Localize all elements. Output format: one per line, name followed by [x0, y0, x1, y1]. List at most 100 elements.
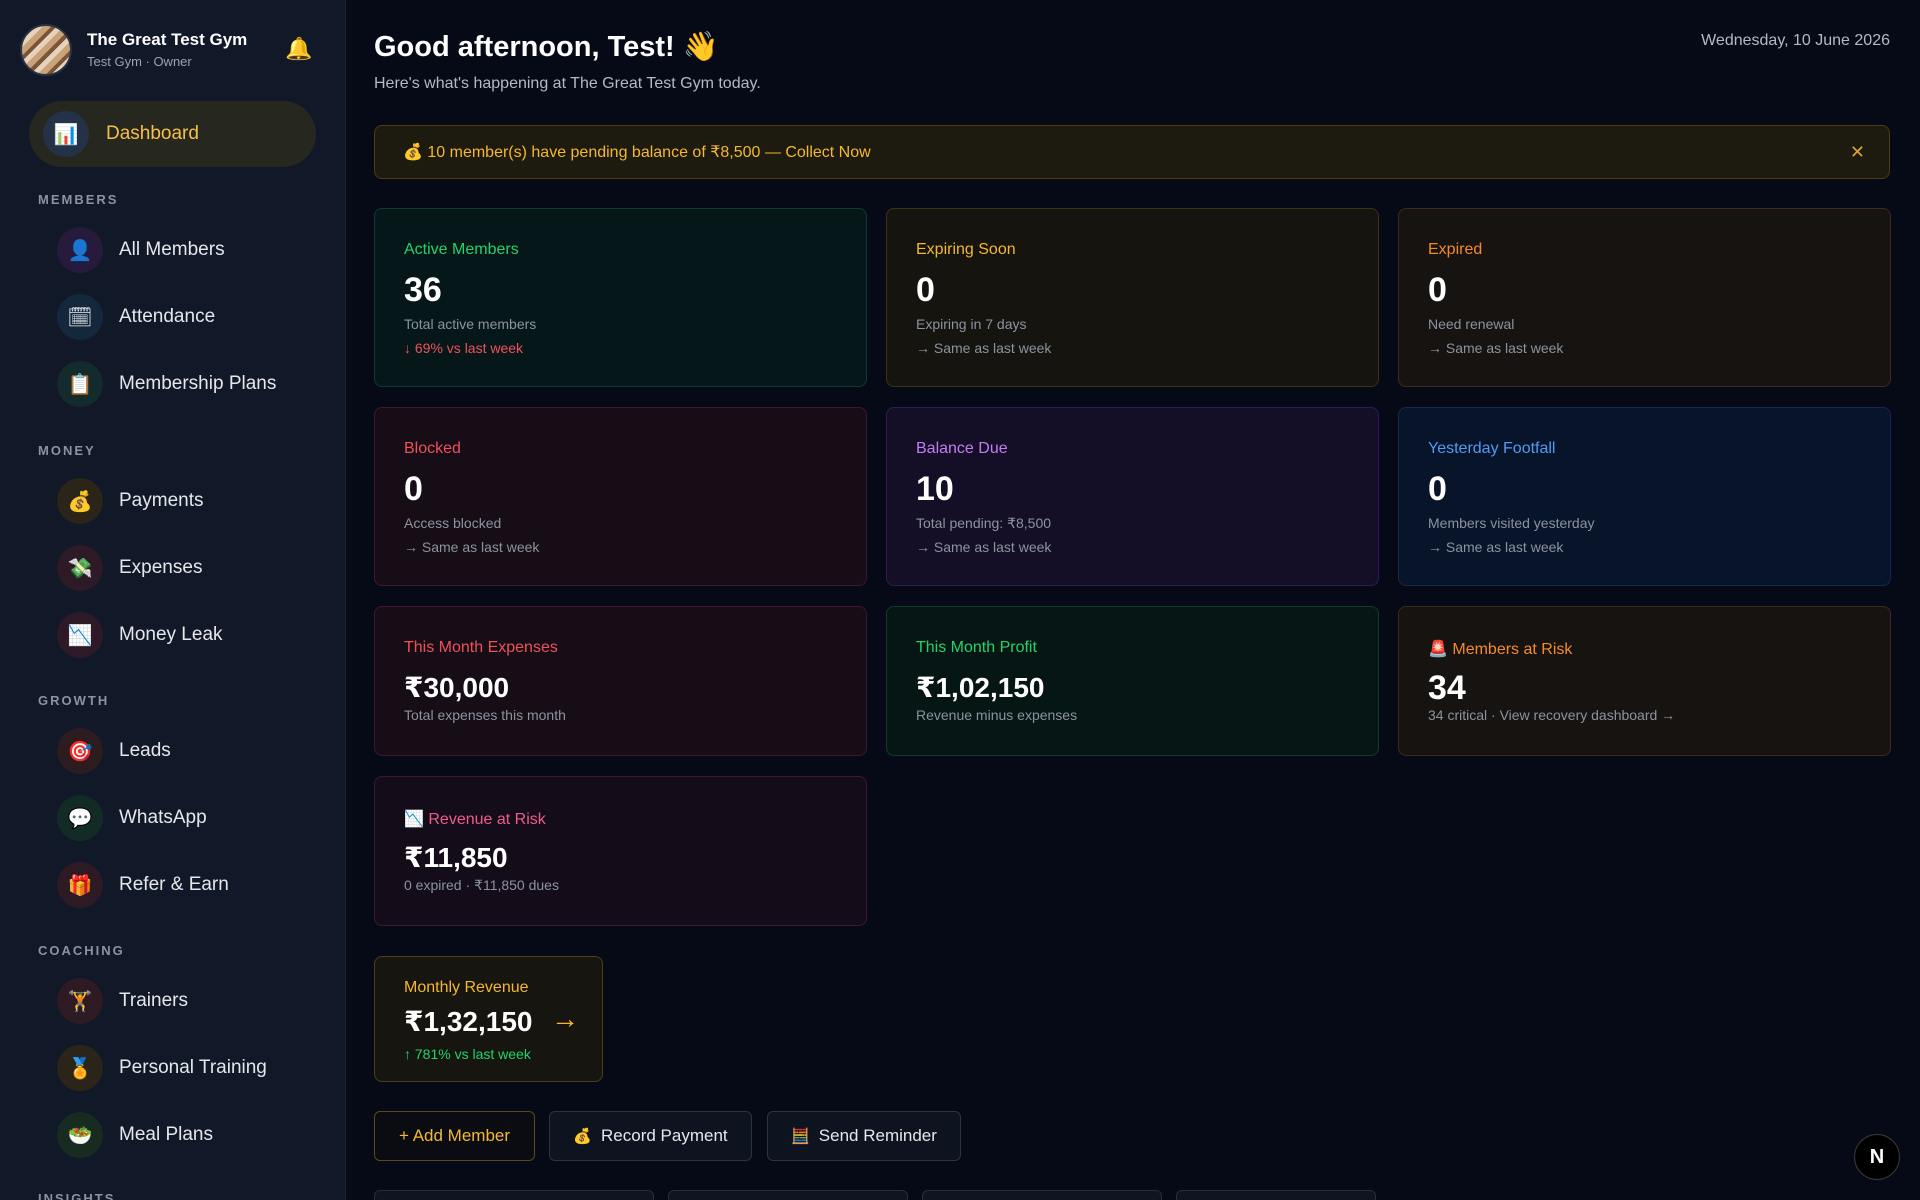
stat-card-revenue-at-risk[interactable]: 📉 Revenue at Risk ₹11,850 0 expired · ₹11,…	[374, 776, 867, 926]
add-member-button[interactable]: + Add Member	[374, 1111, 535, 1161]
sidebar-item-label: Meal Plans	[119, 1124, 213, 1145]
nav-icon: 🎁	[57, 862, 103, 908]
stat-card-members-at-risk[interactable]: 🚨 Members at Risk 34 34 critical · View re…	[1398, 606, 1891, 756]
card-title: Active Members	[404, 241, 519, 258]
sidebar-item-label: All Members	[119, 239, 225, 260]
nav-icon: 📉	[57, 612, 103, 658]
card-sub: 0 expired · ₹11,850 dues	[404, 877, 559, 893]
sidebar-item-membership-plans[interactable]: 📋 Membership Plans	[57, 359, 327, 409]
card-title: Monthly Revenue	[404, 979, 529, 996]
card-trend: ↑ 781% vs last week	[404, 1046, 531, 1062]
nav-icon: 🏅	[57, 1045, 103, 1091]
sidebar-item-personal-training[interactable]: 🏅 Personal Training	[57, 1043, 327, 1093]
card-value: 34	[1428, 669, 1466, 707]
collect-now-link[interactable]: 💰 10 member(s) have pending balance of ₹…	[403, 142, 871, 162]
sidebar-item-label: Refer & Earn	[119, 874, 229, 895]
stat-card-expiring-soon[interactable]: Expiring Soon 0 Expiring in 7 days → Same a…	[886, 208, 1379, 387]
card-trend: → Same as last week	[916, 539, 1052, 555]
bottom-panel-tab[interactable]	[668, 1190, 908, 1200]
stat-card-blocked[interactable]: Blocked 0 Access blocked → Same as last wee…	[374, 407, 867, 586]
card-value: 10	[916, 470, 954, 508]
sidebar-item-label: Trainers	[119, 990, 188, 1011]
send-reminder-button[interactable]: 🧮 Send Reminder	[767, 1111, 961, 1161]
nav-icon: 🎯	[57, 728, 103, 774]
card-sub: Total active members	[404, 316, 537, 332]
nav-icon: 🏋	[57, 978, 103, 1024]
gym-name: The Great Test Gym	[87, 30, 248, 49]
nav-section-title: GROWTH	[38, 693, 110, 708]
pending-balance-banner: 💰 10 member(s) have pending balance of ₹…	[374, 125, 1890, 179]
monthly-revenue-card[interactable]: Monthly Revenue ₹1,32,150 → ↑ 781% vs la…	[374, 956, 603, 1082]
card-sub: Members visited yesterday	[1428, 515, 1595, 531]
abacus-icon: 🧮	[791, 1128, 810, 1145]
nav-icon: 📋	[57, 361, 103, 407]
stat-card-active-members[interactable]: Active Members 36 Total active members ↓ 69…	[374, 208, 867, 387]
stat-card-this-month-expenses[interactable]: This Month Expenses ₹30,000 Total expenses…	[374, 606, 867, 756]
card-value: ₹1,32,150	[404, 1006, 533, 1037]
card-value: 36	[404, 271, 442, 309]
sidebar-item-label: Expenses	[119, 557, 203, 578]
card-sub: Need renewal	[1428, 316, 1515, 332]
stat-card-balance-due[interactable]: Balance Due 10 Total pending: ₹8,500 → Same…	[886, 407, 1379, 586]
card-sub: Total expenses this month	[404, 707, 566, 723]
sidebar-item-label: WhatsApp	[119, 807, 207, 828]
close-icon[interactable]: ✕	[1850, 142, 1865, 163]
card-sub: Expiring in 7 days	[916, 316, 1027, 332]
stat-card-this-month-profit[interactable]: This Month Profit ₹1,02,150 Revenue minus …	[886, 606, 1379, 756]
card-sub: Access blocked	[404, 515, 502, 531]
dev-badge[interactable]: N	[1854, 1134, 1900, 1180]
bottom-panel-tab[interactable]	[1176, 1190, 1376, 1200]
card-sub: Revenue minus expenses	[916, 707, 1078, 723]
arrow-right-icon: →	[551, 1003, 579, 1034]
nav-icon: 💰	[57, 478, 103, 524]
sidebar-item-meal-plans[interactable]: 🥗 Meal Plans	[57, 1110, 327, 1160]
sidebar-item-label: Membership Plans	[119, 373, 277, 394]
record-payment-button[interactable]: 💰 Record Payment	[549, 1111, 752, 1161]
sidebar-item-label: Leads	[119, 740, 171, 761]
gym-avatar	[20, 24, 72, 76]
card-trend: → Same as last week	[1428, 539, 1564, 555]
sidebar-item-whatsapp[interactable]: 💬 WhatsApp	[57, 793, 327, 843]
sidebar-item-all-members[interactable]: 👤 All Members	[57, 225, 327, 275]
sidebar-item-expenses[interactable]: 💸 Expenses	[57, 543, 327, 593]
bottom-panel-tab[interactable]	[922, 1190, 1162, 1200]
sidebar-item-label: Money Leak	[119, 624, 223, 645]
card-value: 0	[916, 271, 935, 309]
bell-icon[interactable]: 🔔	[285, 36, 312, 62]
current-date: Wednesday, 10 June 2026	[1701, 32, 1890, 49]
sidebar-item-label: Personal Training	[119, 1057, 267, 1078]
card-title: Balance Due	[916, 440, 1008, 457]
dashboard-icon: 📊	[43, 111, 89, 157]
button-label: Send Reminder	[818, 1126, 937, 1145]
bottom-panel-tab[interactable]	[374, 1190, 654, 1200]
card-sub: Total pending: ₹8,500	[916, 515, 1052, 531]
sidebar-item-refer-earn[interactable]: 🎁 Refer & Earn	[57, 860, 327, 910]
nav-icon: 💸	[57, 545, 103, 591]
card-trend: → Same as last week	[404, 539, 540, 555]
nav-section-title: MONEY	[38, 443, 96, 458]
card-title: 📉 Revenue at Risk	[404, 811, 546, 828]
stat-card-yesterday-footfall[interactable]: Yesterday Footfall 0 Members visited yeste…	[1398, 407, 1891, 586]
gym-brand[interactable]: The Great Test Gym Test Gym · Owner 🔔	[20, 24, 330, 76]
sidebar-item-label: Dashboard	[106, 123, 199, 144]
sidebar-item-attendance[interactable]: 🗓 Attendance	[57, 292, 327, 342]
page-subtitle: Here's what's happening at The Great Tes…	[374, 75, 761, 92]
card-title: Expiring Soon	[916, 241, 1016, 258]
stat-card-expired[interactable]: Expired 0 Need renewal → Same as last week	[1398, 208, 1891, 387]
card-title: This Month Profit	[916, 639, 1037, 656]
sidebar-item-leads[interactable]: 🎯 Leads	[57, 726, 327, 776]
sidebar-item-trainers[interactable]: 🏋 Trainers	[57, 976, 327, 1026]
card-title: Blocked	[404, 440, 461, 457]
sidebar-item-payments[interactable]: 💰 Payments	[57, 476, 327, 526]
card-trend: → Same as last week	[1428, 340, 1564, 356]
nav-section-title: INSIGHTS	[38, 1191, 116, 1200]
sidebar-item-label: Attendance	[119, 306, 216, 327]
sidebar-item-money-leak[interactable]: 📉 Money Leak	[57, 610, 327, 660]
card-value: ₹1,02,150	[916, 672, 1045, 703]
sidebar-item-dashboard[interactable]: 📊 Dashboard	[29, 101, 316, 167]
nav-icon: 💬	[57, 795, 103, 841]
card-title: 🚨 Members at Risk	[1428, 641, 1573, 658]
card-trend: ↓ 69% vs last week	[404, 340, 524, 356]
card-title: Expired	[1428, 241, 1483, 258]
card-value: ₹30,000	[404, 672, 510, 703]
